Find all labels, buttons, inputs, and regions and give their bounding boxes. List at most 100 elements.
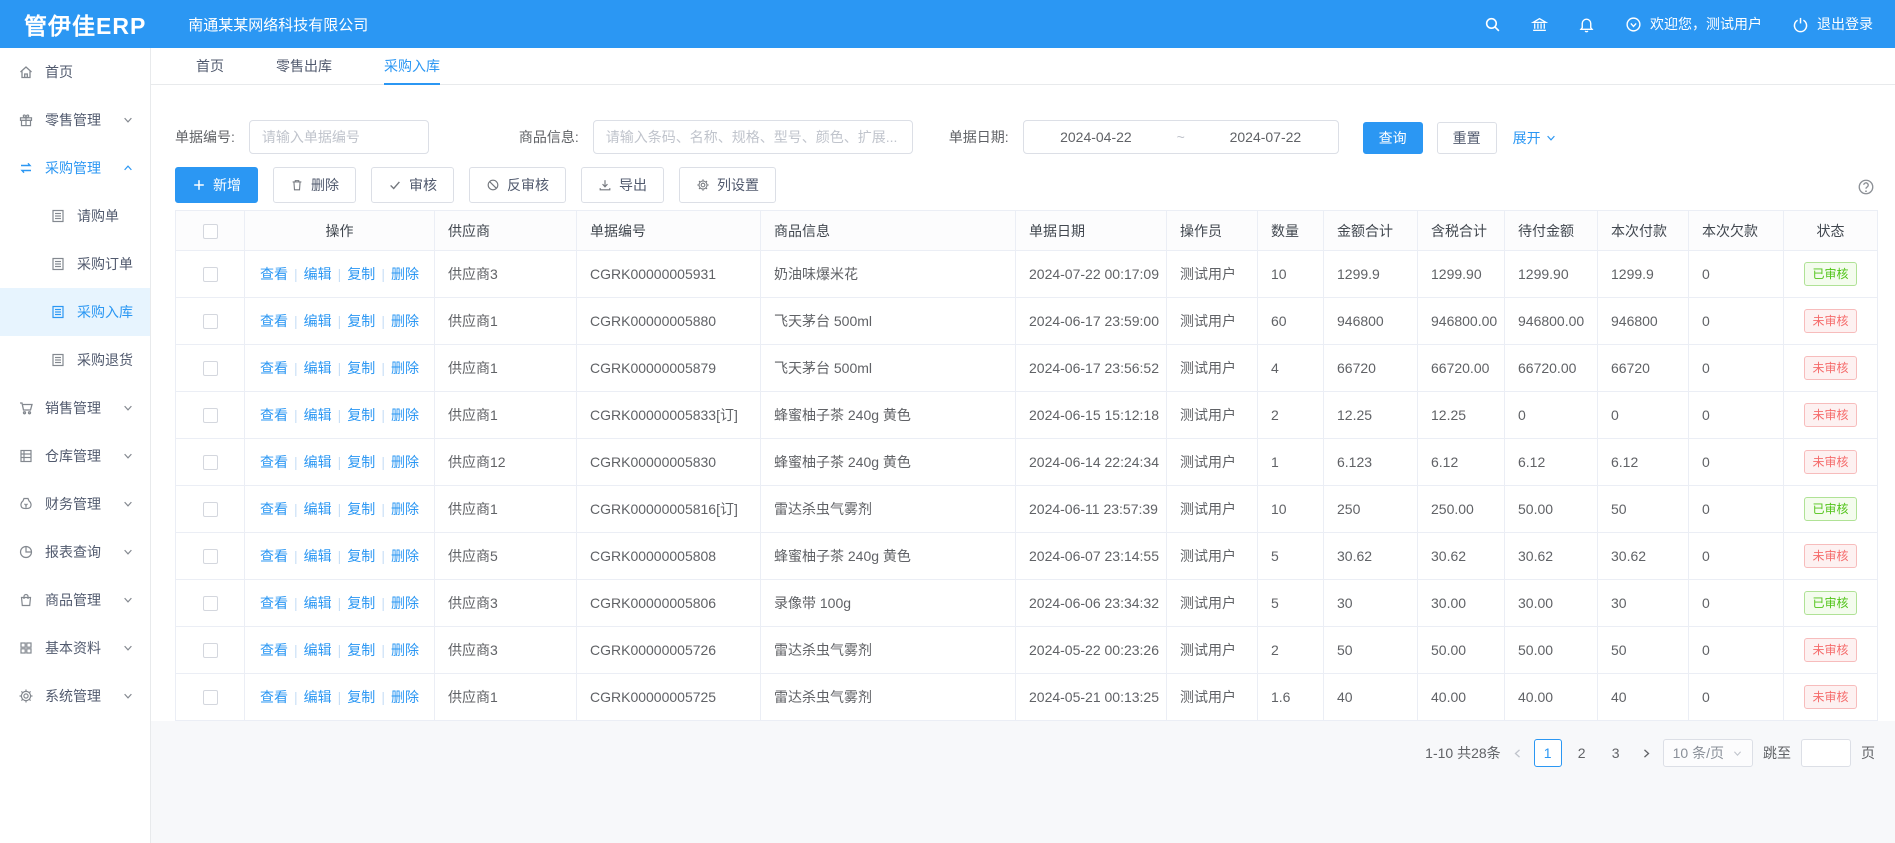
delete-link[interactable]: 删除: [391, 266, 419, 282]
sidebar-item-sales-mgmt[interactable]: 销售管理: [0, 384, 150, 432]
row-checkbox[interactable]: [203, 314, 218, 329]
sidebar-item-system-mgmt[interactable]: 系统管理: [0, 672, 150, 720]
edit-link[interactable]: 编辑: [304, 689, 332, 705]
row-checkbox[interactable]: [203, 455, 218, 470]
column-settings-button[interactable]: 列设置: [679, 167, 776, 203]
delete-link[interactable]: 删除: [391, 642, 419, 658]
edit-link[interactable]: 编辑: [304, 642, 332, 658]
edit-link[interactable]: 编辑: [304, 407, 332, 423]
jump-page-input[interactable]: [1801, 739, 1851, 767]
row-checkbox[interactable]: [203, 502, 218, 517]
view-link[interactable]: 查看: [260, 595, 288, 611]
edit-link[interactable]: 编辑: [304, 360, 332, 376]
sidebar-item-purchase-mgmt[interactable]: 采购管理: [0, 144, 150, 192]
tab-首页[interactable]: 首页: [196, 48, 224, 84]
product-info-input[interactable]: [593, 120, 913, 154]
edit-link[interactable]: 编辑: [304, 313, 332, 329]
sidebar-menu: 首页零售管理采购管理请购单采购订单采购入库采购退货销售管理仓库管理财务管理报表查…: [0, 48, 150, 720]
user-menu[interactable]: 欢迎您，测试用户: [1625, 14, 1762, 34]
search-icon[interactable]: [1484, 16, 1501, 33]
row-checkbox[interactable]: [203, 549, 218, 564]
view-link[interactable]: 查看: [260, 689, 288, 705]
copy-link[interactable]: 复制: [347, 266, 375, 282]
row-checkbox[interactable]: [203, 408, 218, 423]
cell-qty: 5: [1258, 580, 1324, 627]
copy-link[interactable]: 复制: [347, 595, 375, 611]
row-checkbox[interactable]: [203, 643, 218, 658]
row-checkbox[interactable]: [203, 267, 218, 282]
sidebar-item-report-query[interactable]: 报表查询: [0, 528, 150, 576]
sidebar-item-retail-mgmt[interactable]: 零售管理: [0, 96, 150, 144]
copy-link[interactable]: 复制: [347, 689, 375, 705]
search-button[interactable]: 查询: [1363, 122, 1423, 154]
sidebar-item-purchase-return[interactable]: 采购退货: [0, 336, 150, 384]
copy-link[interactable]: 复制: [347, 642, 375, 658]
doc-no-input[interactable]: [249, 120, 429, 154]
copy-link[interactable]: 复制: [347, 313, 375, 329]
view-link[interactable]: 查看: [260, 501, 288, 517]
delete-link[interactable]: 删除: [391, 360, 419, 376]
delete-link[interactable]: 删除: [391, 501, 419, 517]
view-link[interactable]: 查看: [260, 454, 288, 470]
cell-debt: 0: [1689, 580, 1784, 627]
expand-link[interactable]: 展开: [1513, 122, 1557, 154]
next-page-icon[interactable]: [1640, 747, 1653, 760]
view-link[interactable]: 查看: [260, 548, 288, 564]
bank-icon[interactable]: [1531, 16, 1548, 33]
sidebar: 首页零售管理采购管理请购单采购订单采购入库采购退货销售管理仓库管理财务管理报表查…: [0, 48, 151, 843]
delete-link[interactable]: 删除: [391, 689, 419, 705]
view-link[interactable]: 查看: [260, 313, 288, 329]
export-button[interactable]: 导出: [581, 167, 664, 203]
view-link[interactable]: 查看: [260, 266, 288, 282]
page-button-3[interactable]: 3: [1602, 739, 1630, 767]
cell-qty: 10: [1258, 486, 1324, 533]
edit-link[interactable]: 编辑: [304, 454, 332, 470]
tab-零售出库[interactable]: 零售出库: [276, 48, 332, 84]
unaudit-button[interactable]: 反审核: [469, 167, 566, 203]
help-icon[interactable]: [1857, 178, 1875, 196]
row-checkbox[interactable]: [203, 690, 218, 705]
delete-link[interactable]: 删除: [391, 313, 419, 329]
sidebar-item-goods-mgmt[interactable]: 商品管理: [0, 576, 150, 624]
page-button-2[interactable]: 2: [1568, 739, 1596, 767]
copy-link[interactable]: 复制: [347, 548, 375, 564]
copy-link[interactable]: 复制: [347, 501, 375, 517]
view-link[interactable]: 查看: [260, 360, 288, 376]
edit-link[interactable]: 编辑: [304, 595, 332, 611]
delete-link[interactable]: 删除: [391, 595, 419, 611]
add-button[interactable]: 新增: [175, 167, 258, 203]
edit-link[interactable]: 编辑: [304, 266, 332, 282]
page-size-select[interactable]: 10 条/页: [1663, 739, 1753, 767]
tab-采购入库[interactable]: 采购入库: [384, 48, 440, 84]
reset-button[interactable]: 重置: [1437, 122, 1497, 154]
view-link[interactable]: 查看: [260, 642, 288, 658]
sidebar-item-purchase-order[interactable]: 采购订单: [0, 240, 150, 288]
delete-link[interactable]: 删除: [391, 454, 419, 470]
copy-link[interactable]: 复制: [347, 454, 375, 470]
edit-link[interactable]: 编辑: [304, 501, 332, 517]
date-range-picker[interactable]: 2024-04-22 ~ 2024-07-22: [1023, 120, 1339, 154]
sidebar-item-finance-mgmt[interactable]: 财务管理: [0, 480, 150, 528]
view-link[interactable]: 查看: [260, 407, 288, 423]
cell-amount: 50: [1324, 627, 1418, 674]
copy-link[interactable]: 复制: [347, 407, 375, 423]
delete-button[interactable]: 删除: [273, 167, 356, 203]
page-button-1[interactable]: 1: [1534, 739, 1562, 767]
sidebar-item-basic-data[interactable]: 基本资料: [0, 624, 150, 672]
sidebar-item-home[interactable]: 首页: [0, 48, 150, 96]
row-checkbox[interactable]: [203, 596, 218, 611]
cell-tax_amount: 12.25: [1418, 392, 1505, 439]
row-checkbox[interactable]: [203, 361, 218, 376]
bell-icon[interactable]: [1578, 16, 1595, 33]
audit-button[interactable]: 审核: [371, 167, 454, 203]
delete-link[interactable]: 删除: [391, 548, 419, 564]
edit-link[interactable]: 编辑: [304, 548, 332, 564]
sidebar-item-purchase-inbound[interactable]: 采购入库: [0, 288, 150, 336]
select-all-checkbox[interactable]: [203, 224, 218, 239]
sidebar-item-purchase-request[interactable]: 请购单: [0, 192, 150, 240]
sidebar-item-warehouse-mgmt[interactable]: 仓库管理: [0, 432, 150, 480]
delete-link[interactable]: 删除: [391, 407, 419, 423]
prev-page-icon[interactable]: [1511, 747, 1524, 760]
logout-button[interactable]: 退出登录: [1792, 14, 1873, 34]
copy-link[interactable]: 复制: [347, 360, 375, 376]
